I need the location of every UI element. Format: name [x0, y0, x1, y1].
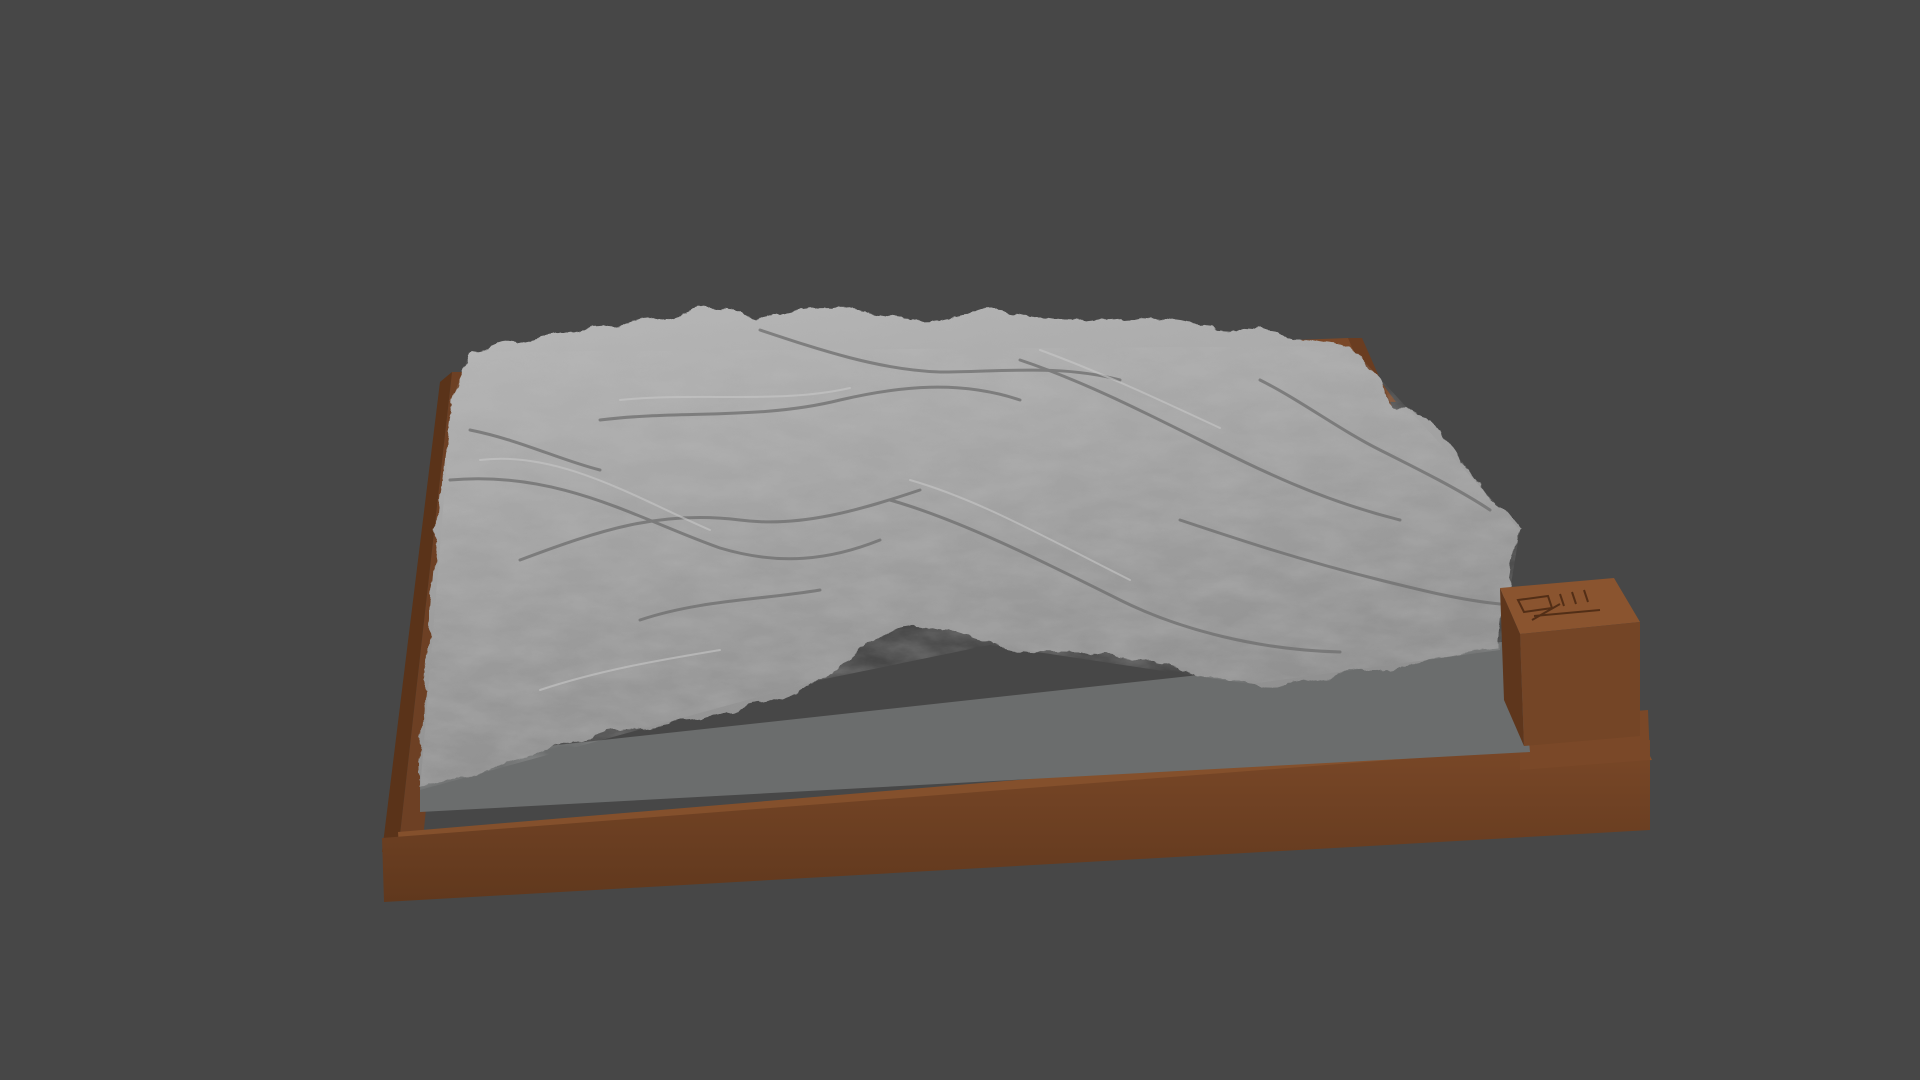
terrain-model-render — [382, 307, 1652, 902]
label-block — [1500, 578, 1640, 746]
3d-viewport[interactable] — [0, 0, 1920, 1080]
